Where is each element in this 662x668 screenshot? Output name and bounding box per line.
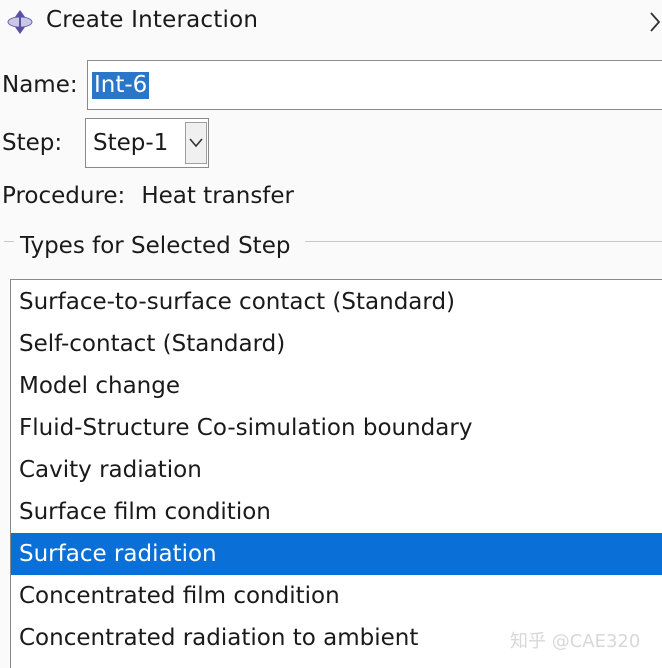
list-item-self-contact[interactable]: Self-contact (Standard)	[11, 323, 662, 365]
interaction-icon	[7, 10, 33, 34]
step-label: Step:	[2, 130, 63, 156]
name-input[interactable]: Int-6	[87, 60, 662, 110]
step-select-value[interactable]: Step-1	[93, 130, 168, 156]
types-group-title: Types for Selected Step	[20, 233, 291, 259]
title-bar: Create Interaction	[0, 0, 662, 44]
create-interaction-dialog: Create Interaction Name: Int-6 Step: Ste…	[0, 0, 662, 668]
list-item-surface-to-surface-contact[interactable]: Surface-to-surface contact (Standard)	[11, 281, 662, 323]
procedure-value: Heat transfer	[141, 183, 295, 209]
list-item-cavity-radiation[interactable]: Cavity radiation	[11, 449, 662, 491]
types-list[interactable]: Surface-to-surface contact (Standard) Se…	[10, 279, 662, 668]
dialog-title: Create Interaction	[46, 7, 259, 33]
list-item-surface-film-condition[interactable]: Surface film condition	[11, 491, 662, 533]
chevron-down-icon	[189, 138, 203, 148]
list-item-concentrated-film-condition[interactable]: Concentrated film condition	[11, 575, 662, 617]
group-border-left	[4, 241, 14, 242]
name-input-value[interactable]: Int-6	[92, 72, 150, 99]
name-label: Name:	[2, 72, 78, 98]
step-dropdown-button[interactable]	[185, 122, 207, 164]
list-item-surface-radiation[interactable]: Surface radiation	[11, 533, 662, 575]
list-item-fluid-structure-cosimulation[interactable]: Fluid-Structure Co-simulation boundary	[11, 407, 662, 449]
chevron-right-icon[interactable]	[648, 9, 662, 35]
group-border-right	[305, 241, 662, 242]
watermark: 知乎 @CAE320	[510, 631, 641, 652]
step-select[interactable]: Step-1	[85, 118, 209, 168]
list-item-model-change[interactable]: Model change	[11, 365, 662, 407]
procedure-row: Procedure: Heat transfer	[2, 183, 294, 209]
procedure-label: Procedure:	[2, 183, 126, 209]
